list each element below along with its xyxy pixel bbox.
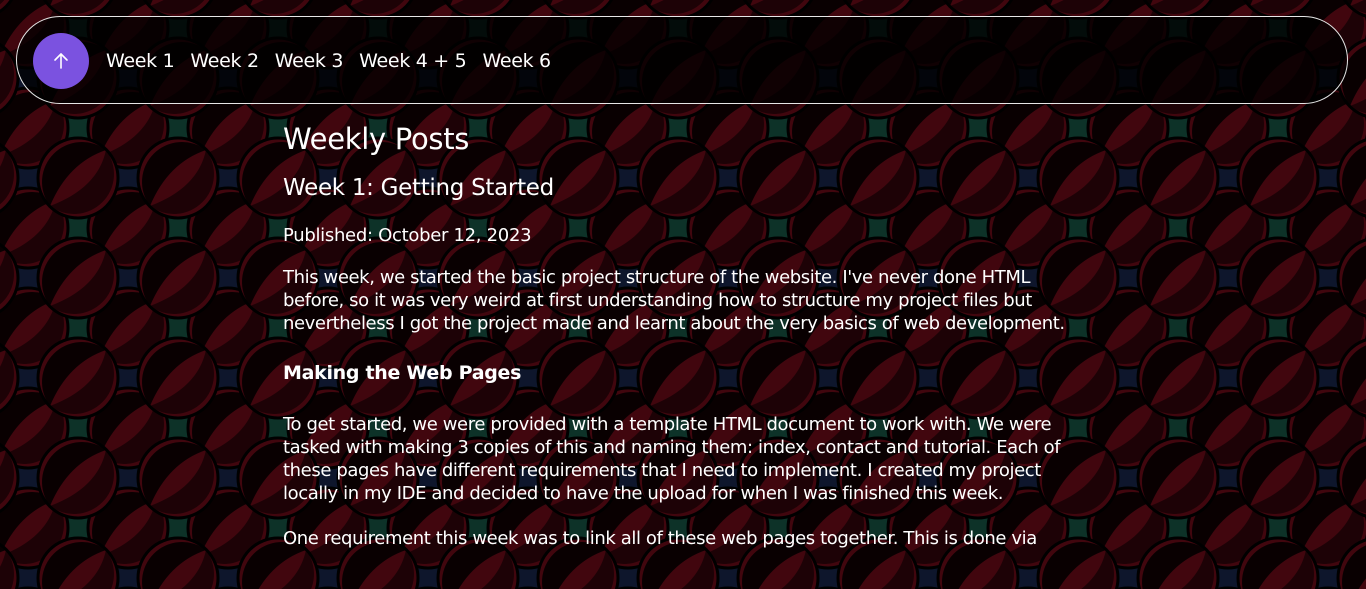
nav-link-week-4-5[interactable]: Week 4 + 5 bbox=[359, 50, 467, 72]
published-date: Published: October 12, 2023 bbox=[283, 225, 532, 246]
section-heading: Making the Web Pages bbox=[283, 362, 522, 384]
nav-link-week-3[interactable]: Week 3 bbox=[275, 50, 344, 72]
page-title: Weekly Posts bbox=[283, 122, 470, 156]
arrow-up-icon bbox=[54, 53, 68, 69]
next-paragraph: One requirement this week was to link al… bbox=[283, 528, 1037, 549]
main-content: Weekly Posts Week 1: Getting Started Pub… bbox=[283, 118, 1083, 550]
post-intro-paragraph: This week, we started the basic project … bbox=[283, 267, 1065, 334]
post-article: Week 1: Getting Started Published: Octob… bbox=[283, 173, 1083, 550]
nav-link-week-6[interactable]: Week 6 bbox=[482, 50, 551, 72]
scroll-to-top-button[interactable] bbox=[33, 33, 89, 89]
nav-links: Week 1 Week 2 Week 3 Week 4 + 5 Week 6 bbox=[106, 17, 567, 105]
nav-link-week-1[interactable]: Week 1 bbox=[106, 50, 175, 72]
top-navbar: Week 1 Week 2 Week 3 Week 4 + 5 Week 6 bbox=[16, 16, 1348, 104]
section-paragraph: To get started, we were provided with a … bbox=[283, 414, 1061, 504]
nav-link-week-2[interactable]: Week 2 bbox=[190, 50, 259, 72]
post-title: Week 1: Getting Started bbox=[283, 175, 554, 201]
